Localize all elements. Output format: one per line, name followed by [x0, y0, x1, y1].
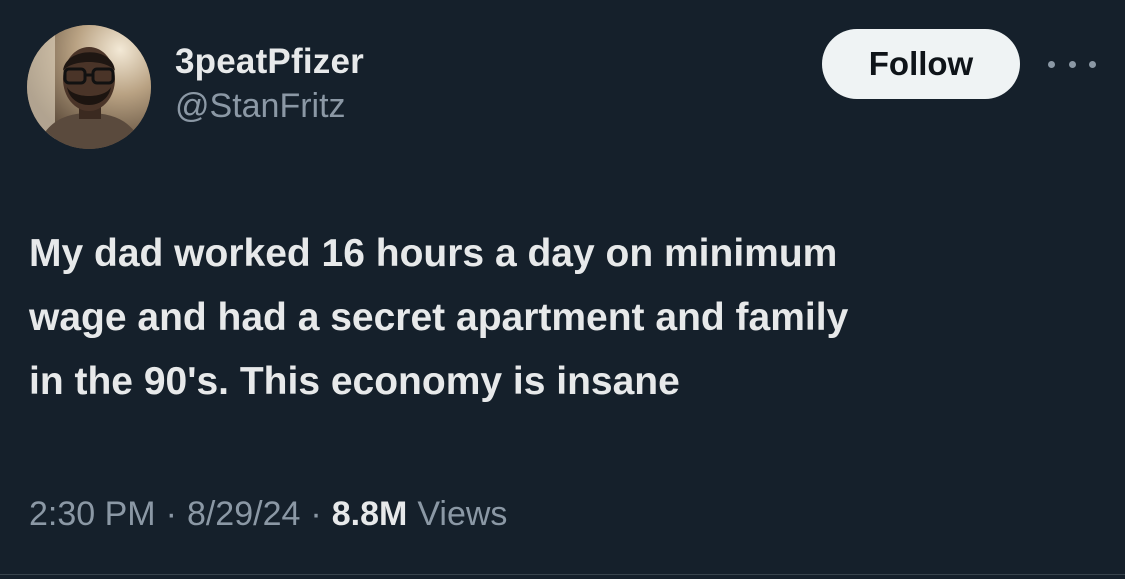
tweet-meta: 2:30 PM · 8/29/24 · 8.8M Views: [29, 495, 507, 534]
author-display-name[interactable]: 3peatPfizer: [175, 42, 364, 82]
author-avatar[interactable]: [27, 25, 151, 149]
author-info: 3peatPfizer @StanFritz: [175, 42, 364, 128]
tweet-text: My dad worked 16 hours a day on minimum …: [29, 232, 849, 403]
tweet-time[interactable]: 2:30 PM: [29, 495, 156, 534]
divider: [0, 574, 1125, 575]
author-handle[interactable]: @StanFritz: [175, 84, 364, 128]
more-dot-icon: [1089, 60, 1096, 68]
views-count: 8.8M: [331, 495, 408, 533]
tweet-card: 3peatPfizer @StanFritz Follow My dad wor…: [0, 0, 1125, 579]
more-options-icon[interactable]: [1048, 52, 1096, 76]
meta-separator: ·: [310, 495, 322, 533]
tweet-date[interactable]: 8/29/24: [187, 495, 300, 534]
follow-button[interactable]: Follow: [822, 29, 1020, 99]
meta-separator: ·: [165, 495, 177, 533]
more-dot-icon: [1068, 60, 1076, 68]
profile-photo-icon: [27, 25, 151, 149]
more-dot-icon: [1048, 60, 1055, 68]
views-label: Views: [417, 495, 508, 533]
